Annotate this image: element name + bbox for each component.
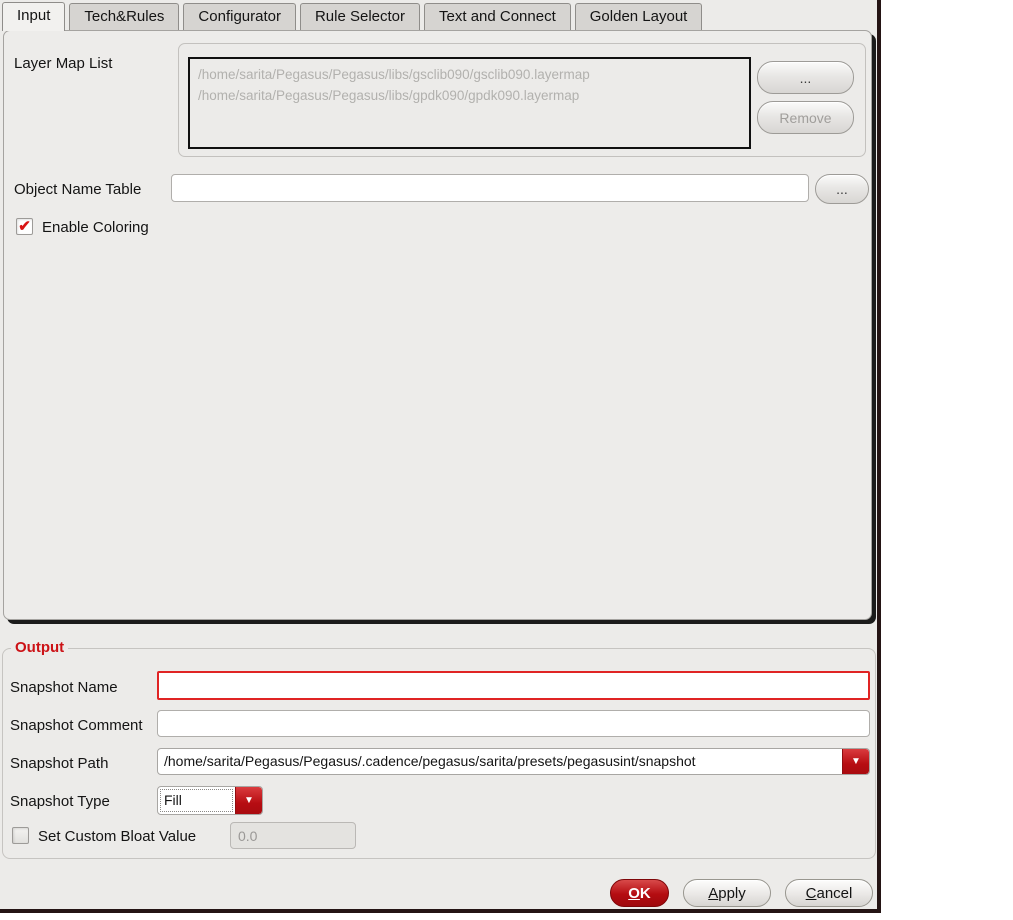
- chevron-down-icon: ▼: [851, 755, 861, 767]
- ok-button[interactable]: OK: [610, 879, 669, 907]
- snapshot-type-label: Snapshot Type: [10, 793, 110, 810]
- custom-bloat-input[interactable]: [230, 822, 356, 849]
- check-icon: ✔: [18, 218, 31, 235]
- custom-bloat-checkbox[interactable]: [12, 827, 29, 844]
- snapshot-path-label: Snapshot Path: [10, 755, 109, 772]
- snapshot-path-combobox[interactable]: /home/sarita/Pegasus/Pegasus/.cadence/pe…: [157, 748, 870, 775]
- screen: Input Tech&Rules Configurator Rule Selec…: [0, 0, 1013, 920]
- tab-input[interactable]: Input: [2, 2, 66, 31]
- snapshot-name-label: Snapshot Name: [10, 679, 118, 696]
- enable-coloring-label: Enable Coloring: [42, 219, 149, 236]
- ok-button-label: OK: [628, 884, 651, 902]
- apply-button[interactable]: Apply: [683, 879, 771, 907]
- tab-golden-layout[interactable]: Golden Layout: [574, 3, 703, 31]
- layer-map-remove-button[interactable]: Remove: [757, 101, 854, 134]
- snapshot-type-dropdown-button[interactable]: ▼: [235, 787, 262, 814]
- tab-rule-selector[interactable]: Rule Selector: [299, 3, 421, 31]
- tab-text-and-connect[interactable]: Text and Connect: [424, 3, 571, 31]
- tab-tech-rules[interactable]: Tech&Rules: [69, 3, 180, 31]
- snapshot-name-input[interactable]: [157, 671, 870, 700]
- input-tab-panel: Layer Map List /home/sarita/Pegasus/Pega…: [3, 30, 872, 620]
- layer-map-listbox[interactable]: /home/sarita/Pegasus/Pegasus/libs/gsclib…: [188, 57, 751, 149]
- layer-map-list-label: Layer Map List: [14, 55, 113, 72]
- apply-button-label: Apply: [708, 884, 746, 902]
- cancel-button[interactable]: Cancel: [785, 879, 873, 907]
- layer-map-item[interactable]: /home/sarita/Pegasus/Pegasus/libs/gpdk09…: [198, 85, 741, 106]
- custom-bloat-label: Set Custom Bloat Value: [38, 828, 197, 845]
- cancel-button-label: Cancel: [805, 884, 853, 902]
- snapshot-type-combobox[interactable]: Fill ▼: [157, 786, 263, 815]
- layer-map-item[interactable]: /home/sarita/Pegasus/Pegasus/libs/gsclib…: [198, 64, 741, 85]
- snapshot-path-value: /home/sarita/Pegasus/Pegasus/.cadence/pe…: [164, 753, 696, 769]
- snapshot-comment-label: Snapshot Comment: [10, 717, 143, 734]
- output-group-title: Output: [11, 639, 69, 656]
- snapshot-comment-input[interactable]: [157, 710, 870, 737]
- object-name-table-label: Object Name Table: [14, 181, 142, 198]
- layer-map-browse-button[interactable]: ...: [757, 61, 854, 94]
- pegasus-preset-dialog: Input Tech&Rules Configurator Rule Selec…: [0, 0, 881, 913]
- tab-bar: Input Tech&Rules Configurator Rule Selec…: [2, 2, 706, 31]
- chevron-down-icon: ▼: [244, 794, 254, 806]
- object-name-table-browse-button[interactable]: ...: [815, 174, 869, 204]
- object-name-table-input[interactable]: [171, 174, 809, 202]
- tab-configurator[interactable]: Configurator: [183, 3, 296, 31]
- snapshot-type-value: Fill: [158, 787, 235, 814]
- enable-coloring-checkbox[interactable]: ✔: [16, 218, 33, 235]
- snapshot-path-dropdown-button[interactable]: ▼: [842, 749, 869, 774]
